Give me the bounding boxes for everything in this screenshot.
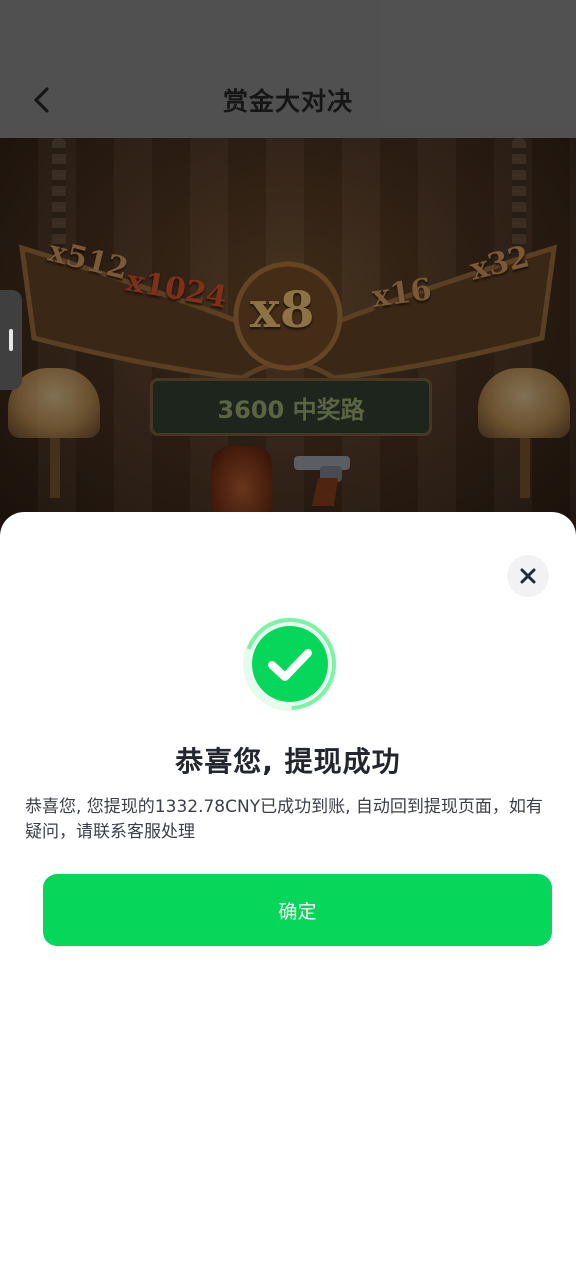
dialog-message: 恭喜您, 您提现的1332.78CNY已成功到账, 自动回到提现页面，如有疑问，… <box>25 797 543 842</box>
app-header: 赏金大对决 <box>0 0 576 138</box>
page-title: 赏金大对决 <box>222 87 353 116</box>
dialog-title: 恭喜您, 提现成功 <box>175 745 401 778</box>
current-multiplier: x8 <box>250 280 315 339</box>
confirm-button[interactable]: 确定 <box>43 874 552 946</box>
ways-to-win-plate: 3600 中奖路 <box>150 378 432 436</box>
whiskey-bottle-image <box>212 446 272 516</box>
check-circle-icon <box>242 616 338 712</box>
lamp-decoration <box>478 368 570 438</box>
side-drawer-handle[interactable] <box>0 290 22 390</box>
close-button[interactable] <box>507 555 549 597</box>
revolver-image <box>290 448 368 508</box>
close-icon <box>520 568 536 584</box>
